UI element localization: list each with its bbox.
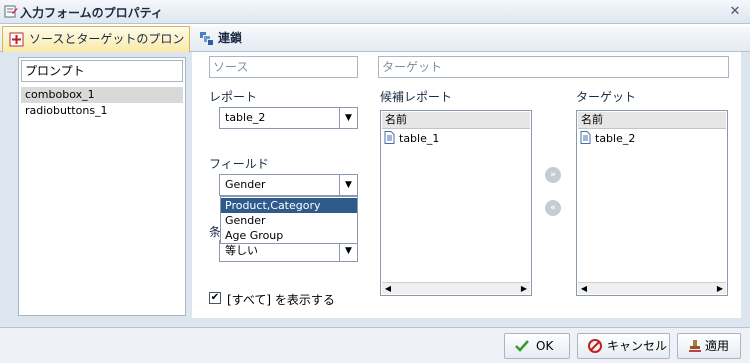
prompt-item-radiobuttons[interactable]: radiobuttons_1	[21, 103, 183, 119]
prompt-form-icon	[9, 32, 24, 47]
chevron-down-icon[interactable]: ▼	[339, 175, 357, 195]
list-item-label: table_2	[595, 132, 636, 145]
prompt-item-combobox[interactable]: combobox_1	[21, 87, 183, 103]
scroll-right-icon[interactable]: ▶	[518, 283, 530, 294]
tab-strip: ソースとターゲットのプロンプト 連鎖	[0, 26, 750, 70]
apply-button-label: 適用	[705, 339, 730, 353]
apply-button[interactable]: 適用	[677, 333, 741, 359]
prompt-list-panel: プロンプト combobox_1 radiobuttons_1	[18, 57, 186, 316]
report-label: レポート	[209, 90, 258, 104]
field-select-value: Gender	[225, 178, 266, 191]
horizontal-scrollbar[interactable]: ◀ ▶	[578, 282, 726, 294]
field-option-product-category[interactable]: Product,Category	[221, 198, 357, 213]
stamp-icon	[689, 340, 701, 352]
target-reports-label: ターゲット	[576, 90, 637, 104]
prompt-list-header: プロンプト	[21, 60, 183, 82]
cancel-button-label: キャンセル	[607, 339, 668, 353]
move-left-button[interactable]: «	[545, 200, 561, 216]
show-all-label: [すべて] を表示する	[227, 293, 335, 307]
candidate-reports-list[interactable]: 名前 table_1 ◀ ▶	[380, 110, 532, 296]
chain-icon	[200, 32, 213, 45]
target-section-header: ターゲット	[378, 56, 729, 78]
ok-button-label: OK	[536, 339, 554, 353]
show-all-checkbox[interactable]: ✔	[209, 292, 221, 304]
document-icon	[384, 131, 395, 144]
source-section-header: ソース	[209, 56, 358, 78]
scroll-left-icon[interactable]: ◀	[382, 283, 394, 294]
report-select[interactable]: table_2 ▼	[219, 107, 358, 129]
target-reports-list[interactable]: 名前 table_2 ◀ ▶	[576, 110, 728, 296]
chevron-down-icon[interactable]: ▼	[339, 108, 357, 128]
footer-separator	[0, 320, 750, 328]
target-name-column: 名前	[578, 112, 726, 129]
scroll-right-icon[interactable]: ▶	[714, 283, 726, 294]
tab-chain-label: 連鎖	[218, 31, 243, 45]
checkmark-icon	[515, 340, 529, 352]
close-icon[interactable]: ✕	[728, 5, 742, 19]
field-option-age-group[interactable]: Age Group	[221, 228, 357, 243]
list-item[interactable]: table_2	[580, 131, 635, 147]
field-dropdown-list: Product,Category Gender Age Group	[220, 196, 358, 244]
field-select[interactable]: Gender ▼	[219, 174, 358, 196]
window-title: 入力フォームのプロパティ	[20, 6, 163, 20]
form-properties-icon	[4, 5, 18, 18]
candidate-name-column: 名前	[382, 112, 530, 129]
scroll-left-icon[interactable]: ◀	[578, 283, 590, 294]
cancel-icon	[588, 339, 602, 353]
report-select-value: table_2	[225, 111, 266, 124]
tab-chain[interactable]: 連鎖	[194, 26, 254, 52]
field-option-gender[interactable]: Gender	[221, 213, 357, 228]
field-label: フィールド	[209, 157, 269, 171]
cancel-button[interactable]: キャンセル	[577, 333, 670, 359]
move-right-button[interactable]: »	[545, 167, 561, 183]
horizontal-scrollbar[interactable]: ◀ ▶	[382, 282, 530, 294]
list-item[interactable]: table_1	[384, 131, 439, 147]
tab-source-target-prompts[interactable]: ソースとターゲットのプロンプト	[2, 26, 190, 70]
document-icon	[580, 131, 591, 144]
ok-button[interactable]: OK	[504, 333, 570, 359]
condition-select-value: 等しい	[225, 244, 258, 257]
list-item-label: table_1	[399, 132, 440, 145]
chevron-down-icon[interactable]: ▼	[339, 241, 357, 261]
candidate-reports-label: 候補レポート	[380, 90, 453, 104]
